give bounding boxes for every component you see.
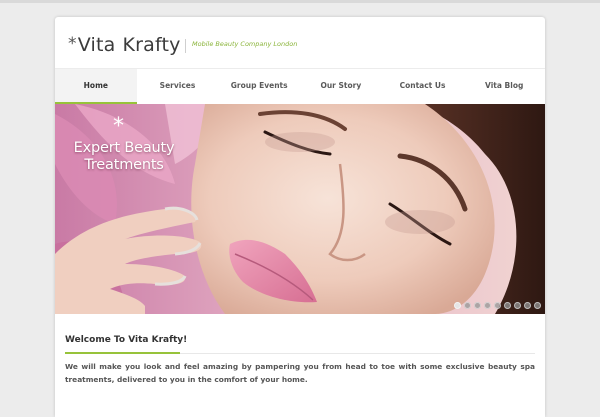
logo-word-krafty: Krafty bbox=[122, 34, 181, 56]
welcome-section: Welcome To Vita Krafty! We will make you… bbox=[65, 335, 535, 393]
title-divider bbox=[65, 352, 535, 354]
nav-item-services[interactable]: Services bbox=[137, 69, 219, 104]
slider-dot[interactable] bbox=[494, 302, 501, 309]
site-tagline: Mobile Beauty Company London bbox=[192, 40, 298, 48]
slider-dot[interactable] bbox=[484, 302, 491, 309]
browser-top-edge bbox=[0, 0, 600, 3]
logo-word-vita: Vita bbox=[77, 34, 116, 56]
welcome-title: Welcome To Vita Krafty! bbox=[65, 335, 188, 345]
hero-title-line1: Expert Beauty bbox=[73, 140, 175, 156]
page-container: *Vita Krafty Mobile Beauty Company London… bbox=[55, 17, 545, 417]
nav-item-contact-us[interactable]: Contact Us bbox=[382, 69, 464, 104]
slider-dot[interactable] bbox=[514, 302, 521, 309]
site-header: *Vita Krafty Mobile Beauty Company London bbox=[55, 17, 545, 67]
hero-title: Expert Beauty Treatments bbox=[65, 140, 183, 174]
site-logo[interactable]: *Vita Krafty bbox=[68, 33, 181, 58]
hero-image bbox=[55, 104, 545, 314]
hero-title-line2: Treatments bbox=[84, 157, 164, 173]
slider-dot[interactable] bbox=[524, 302, 531, 309]
slider-dot[interactable] bbox=[504, 302, 511, 309]
nav-item-our-story[interactable]: Our Story bbox=[300, 69, 382, 104]
logo-asterisk: * bbox=[68, 34, 77, 54]
slider-dot[interactable] bbox=[474, 302, 481, 309]
hero-slider[interactable]: * Expert Beauty Treatments bbox=[55, 104, 545, 314]
nav-item-group-events[interactable]: Group Events bbox=[218, 69, 300, 104]
slider-dot[interactable] bbox=[454, 302, 461, 309]
nav-item-home[interactable]: Home bbox=[55, 69, 137, 104]
welcome-intro-text: We will make you look and feel amazing b… bbox=[65, 362, 535, 384]
main-nav: Home Services Group Events Our Story Con… bbox=[55, 68, 545, 105]
tagline-divider bbox=[185, 39, 186, 53]
slider-dot[interactable] bbox=[534, 302, 541, 309]
hero-star-glyph: * bbox=[113, 114, 124, 139]
slider-pagination bbox=[454, 302, 541, 309]
slider-dot[interactable] bbox=[464, 302, 471, 309]
nav-item-vita-blog[interactable]: Vita Blog bbox=[463, 69, 545, 104]
